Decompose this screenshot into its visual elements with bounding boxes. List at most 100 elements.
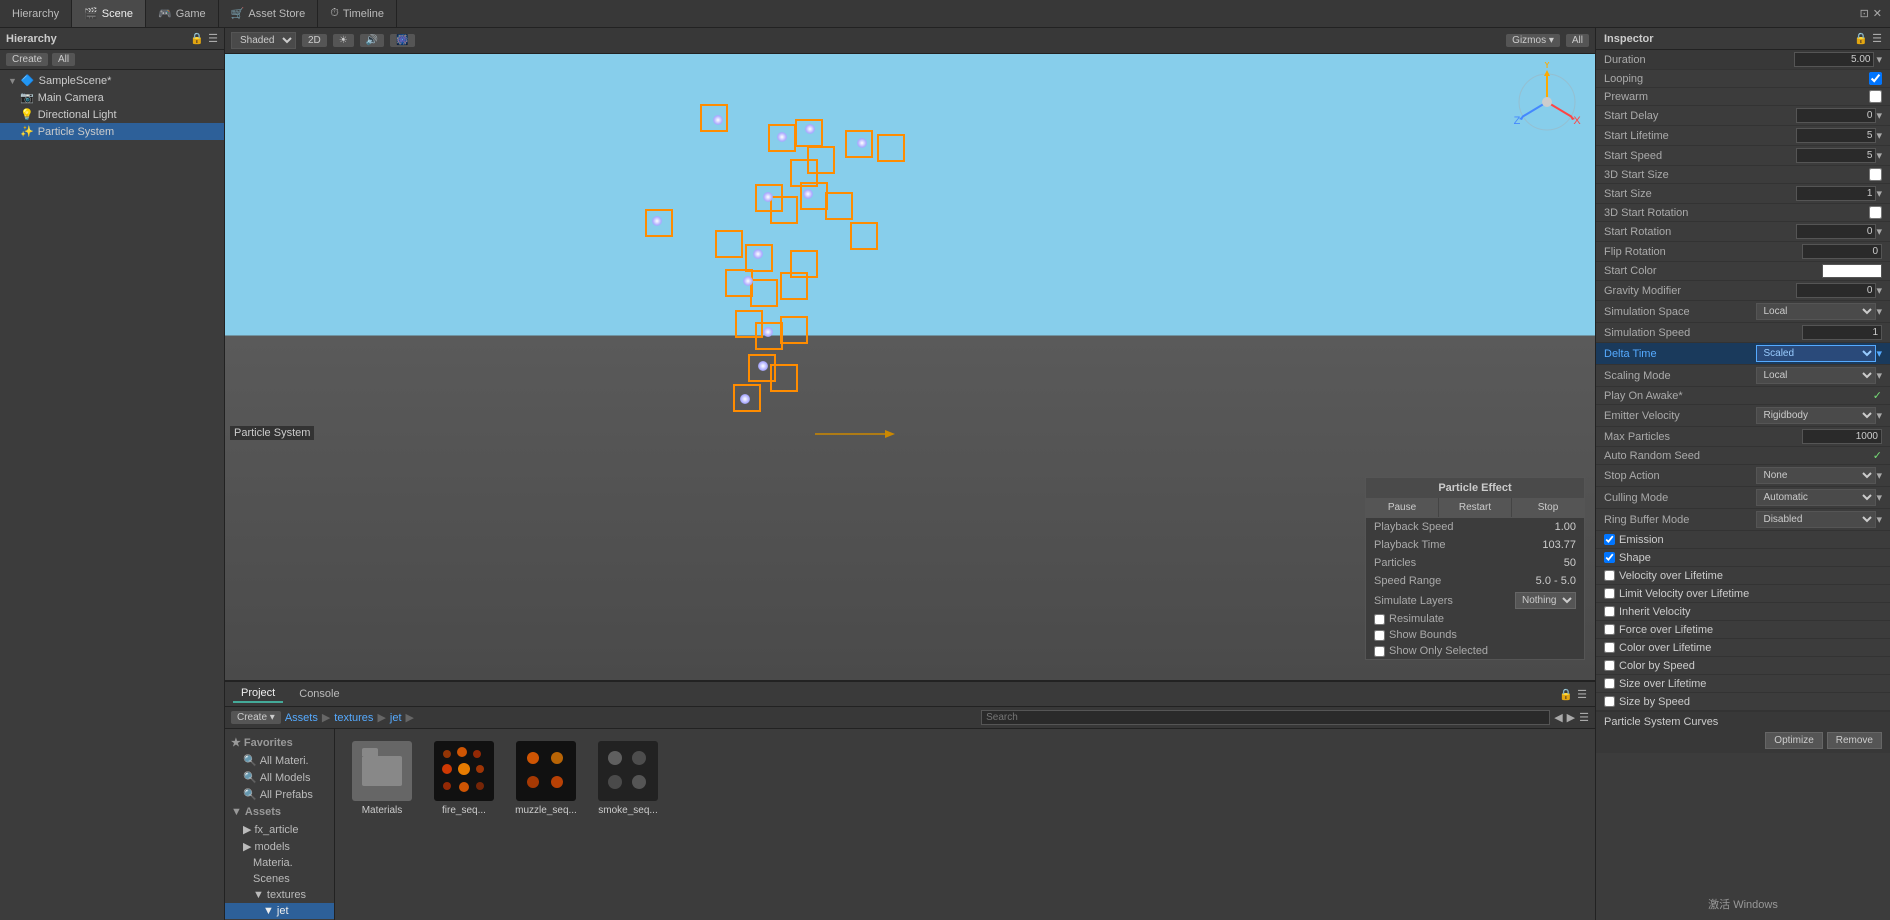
file-item-materials[interactable]: Materials (347, 741, 417, 816)
stop-action-dropdown[interactable]: None (1756, 467, 1876, 484)
start-speed-arrow-icon[interactable]: ▾ (1876, 149, 1882, 162)
lighting-btn[interactable]: ☀ (333, 34, 354, 47)
emitter-velocity-arrow-icon[interactable]: ▾ (1876, 409, 1882, 422)
breadcrumb-jet[interactable]: jet (390, 712, 402, 724)
max-particles-input[interactable] (1802, 429, 1882, 444)
sim-space-arrow-icon[interactable]: ▾ (1876, 305, 1882, 318)
project-search-input[interactable] (981, 710, 1550, 725)
effects-btn[interactable]: 🎆 (390, 34, 414, 47)
module-velocity-over-lifetime[interactable]: Velocity over Lifetime (1596, 567, 1890, 585)
ps-item-textures[interactable]: ▼ textures (225, 887, 334, 903)
2d-toggle-btn[interactable]: 2D (302, 34, 327, 47)
gravity-modifier-input[interactable] (1796, 283, 1876, 298)
simulation-speed-input[interactable] (1802, 325, 1882, 340)
ps-favorites-section[interactable]: ★ Favorites (225, 733, 334, 752)
remove-btn[interactable]: Remove (1827, 732, 1882, 749)
tab-project[interactable]: Project (233, 685, 283, 703)
simulate-layers-dropdown[interactable]: Nothing (1515, 592, 1576, 609)
shape-checkbox[interactable] (1604, 552, 1615, 563)
inherit-velocity-checkbox[interactable] (1604, 606, 1615, 617)
tab-game[interactable]: 🎮 Game (146, 0, 219, 27)
size-by-speed-checkbox[interactable] (1604, 696, 1615, 707)
ring-buffer-mode-dropdown[interactable]: Disabled (1756, 511, 1876, 528)
delta-time-arrow-icon[interactable]: ▾ (1876, 347, 1882, 360)
module-color-by-speed[interactable]: Color by Speed (1596, 657, 1890, 675)
limit-velocity-checkbox[interactable] (1604, 588, 1615, 599)
start-size-arrow-icon[interactable]: ▾ (1876, 187, 1882, 200)
ps-item-all-models[interactable]: 🔍 All Models (225, 769, 334, 786)
hierarchy-item-light[interactable]: 💡 Directional Light (0, 106, 224, 123)
project-menu-icon[interactable]: ☰ (1577, 688, 1587, 701)
3d-start-rotation-checkbox[interactable] (1869, 206, 1882, 219)
tab-console[interactable]: Console (291, 686, 347, 702)
emission-checkbox[interactable] (1604, 534, 1615, 545)
ps-item-all-prefabs[interactable]: 🔍 All Prefabs (225, 786, 334, 803)
module-size-over-lifetime[interactable]: Size over Lifetime (1596, 675, 1890, 693)
module-shape[interactable]: Shape (1596, 549, 1890, 567)
start-delay-arrow-icon[interactable]: ▾ (1876, 109, 1882, 122)
module-inherit-velocity[interactable]: Inherit Velocity (1596, 603, 1890, 621)
start-color-swatch[interactable] (1822, 264, 1882, 278)
scaling-mode-arrow-icon[interactable]: ▾ (1876, 369, 1882, 382)
hierarchy-lock-icon[interactable]: 🔒 (190, 32, 204, 45)
hierarchy-item-particles[interactable]: ✨ Particle System (0, 123, 224, 140)
module-force-over-lifetime[interactable]: Force over Lifetime (1596, 621, 1890, 639)
file-item-smoke[interactable]: smoke_seq... (593, 741, 663, 816)
maximize-icon[interactable]: ⊡ (1860, 7, 1869, 20)
pe-restart-btn[interactable]: Restart (1439, 498, 1512, 517)
all-btn[interactable]: All (1566, 34, 1589, 47)
optimize-btn[interactable]: Optimize (1765, 732, 1822, 749)
pe-stop-btn[interactable]: Stop (1512, 498, 1584, 517)
breadcrumb-textures[interactable]: textures (334, 712, 373, 724)
hierarchy-item-scene[interactable]: ▼ 🔷 SampleScene* (0, 72, 224, 89)
tab-scene[interactable]: 🎬 Scene (72, 0, 146, 27)
resimulate-checkbox[interactable] (1374, 614, 1385, 625)
start-lifetime-input[interactable] (1796, 128, 1876, 143)
hierarchy-menu-icon[interactable]: ☰ (208, 32, 218, 45)
file-item-fire[interactable]: fire_seq... (429, 741, 499, 816)
pe-pause-btn[interactable]: Pause (1366, 498, 1439, 517)
size-over-lifetime-checkbox[interactable] (1604, 678, 1615, 689)
project-icon2[interactable]: ▶ (1567, 711, 1575, 724)
ring-buffer-mode-arrow-icon[interactable]: ▾ (1876, 513, 1882, 526)
ps-item-jet[interactable]: ▼ jet (225, 903, 334, 919)
breadcrumb-assets[interactable]: Assets (285, 712, 318, 724)
close-tab-icon[interactable]: ✕ (1873, 7, 1882, 20)
prewarm-checkbox[interactable] (1869, 90, 1882, 103)
start-delay-input[interactable] (1796, 108, 1876, 123)
force-over-lifetime-checkbox[interactable] (1604, 624, 1615, 635)
looping-checkbox[interactable] (1869, 72, 1882, 85)
gravity-modifier-arrow-icon[interactable]: ▾ (1876, 284, 1882, 297)
ps-assets-section[interactable]: ▼ Assets (225, 803, 334, 821)
module-emission[interactable]: Emission (1596, 531, 1890, 549)
ps-item-fx[interactable]: ▶ fx_article (225, 821, 334, 838)
hierarchy-item-camera[interactable]: 📷 Main Camera (0, 89, 224, 106)
3d-start-size-checkbox[interactable] (1869, 168, 1882, 181)
hierarchy-all-btn[interactable]: All (52, 53, 75, 66)
start-size-input[interactable] (1796, 186, 1876, 201)
ps-item-scenes[interactable]: Scenes (225, 871, 334, 887)
velocity-over-lifetime-checkbox[interactable] (1604, 570, 1615, 581)
ps-item-all-materials[interactable]: 🔍 All Materi. (225, 752, 334, 769)
tab-hierarchy[interactable]: Hierarchy (0, 0, 72, 27)
ps-item-materia[interactable]: Materia. (225, 855, 334, 871)
tab-asset-store[interactable]: 🛒 Asset Store (219, 0, 319, 27)
emitter-velocity-dropdown[interactable]: RigidbodyTransform (1756, 407, 1876, 424)
show-only-selected-checkbox[interactable] (1374, 646, 1385, 657)
color-over-lifetime-checkbox[interactable] (1604, 642, 1615, 653)
start-rotation-input[interactable] (1796, 224, 1876, 239)
stop-action-arrow-icon[interactable]: ▾ (1876, 469, 1882, 482)
color-by-speed-checkbox[interactable] (1604, 660, 1615, 671)
project-lock-icon[interactable]: 🔒 (1559, 688, 1573, 701)
inspector-menu-icon[interactable]: ☰ (1872, 32, 1882, 45)
module-limit-velocity[interactable]: Limit Velocity over Lifetime (1596, 585, 1890, 603)
start-lifetime-arrow-icon[interactable]: ▾ (1876, 129, 1882, 142)
file-item-muzzle[interactable]: muzzle_seq... (511, 741, 581, 816)
flip-rotation-input[interactable] (1802, 244, 1882, 259)
hierarchy-create-btn[interactable]: Create (6, 53, 48, 66)
audio-btn[interactable]: 🔊 (360, 34, 384, 47)
module-size-by-speed[interactable]: Size by Speed (1596, 693, 1890, 711)
start-speed-input[interactable] (1796, 148, 1876, 163)
duration-input[interactable] (1794, 52, 1874, 67)
scaling-mode-dropdown[interactable]: LocalHierarchy (1756, 367, 1876, 384)
